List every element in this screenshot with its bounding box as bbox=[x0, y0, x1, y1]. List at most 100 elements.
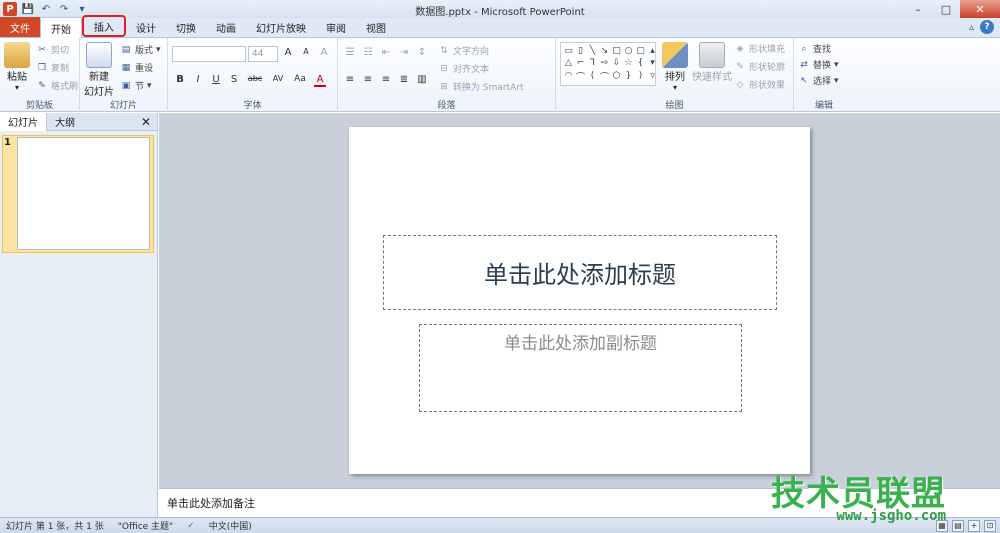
rectangle-shape-icon[interactable]: □ bbox=[611, 45, 622, 56]
scroll-down-icon[interactable]: ▾ bbox=[647, 57, 658, 68]
tab-outline[interactable]: 大纲 bbox=[47, 113, 83, 131]
brace-shape-icon[interactable]: { bbox=[635, 57, 646, 68]
bracket-shape-icon[interactable]: ( bbox=[587, 69, 598, 83]
replace-button[interactable]: ⇄ 替换 ▾ bbox=[798, 58, 838, 72]
smartart-button[interactable]: ⊞ 转换为 SmartArt bbox=[438, 80, 523, 94]
char-spacing-button[interactable]: AV bbox=[270, 74, 286, 87]
bullets-icon[interactable]: ☰ bbox=[344, 47, 356, 58]
hexagon-shape-icon[interactable]: ⬡ bbox=[611, 69, 622, 83]
down-arrow-shape-icon[interactable]: ⇩ bbox=[611, 57, 622, 68]
tab-design[interactable]: 设计 bbox=[126, 17, 166, 37]
align-left-icon[interactable]: ≡ bbox=[344, 74, 356, 85]
tab-file[interactable]: 文件 bbox=[0, 17, 40, 37]
strikethrough-button[interactable]: abc bbox=[246, 74, 264, 87]
columns-icon[interactable]: ▥ bbox=[416, 74, 428, 85]
text-direction-button[interactable]: ⇅ 文字方向 bbox=[438, 44, 489, 58]
decrease-indent-icon[interactable]: ⇤ bbox=[380, 47, 392, 58]
new-slide-button[interactable]: 新建 幻灯片 bbox=[84, 42, 114, 98]
tab-transitions[interactable]: 切换 bbox=[166, 17, 206, 37]
font-color-button[interactable]: A bbox=[314, 74, 326, 87]
customize-qat-icon[interactable]: ▾ bbox=[75, 2, 89, 16]
format-painter-button[interactable]: ✎ 格式刷 bbox=[36, 79, 78, 93]
copy-button[interactable]: ❐ 复制 bbox=[36, 61, 69, 75]
line-shape-icon[interactable]: ╲ bbox=[587, 45, 598, 56]
brace-right-shape-icon[interactable]: } bbox=[623, 69, 634, 83]
align-right-icon[interactable]: ≡ bbox=[380, 74, 392, 85]
tab-slides[interactable]: 幻灯片 bbox=[0, 112, 47, 131]
right-arrow-shape-icon[interactable]: ⇨ bbox=[599, 57, 610, 68]
tab-slideshow[interactable]: 幻灯片放映 bbox=[246, 17, 316, 37]
redo-icon[interactable]: ↷ bbox=[57, 2, 71, 16]
elbow-shape-icon[interactable]: ⅂ bbox=[587, 57, 598, 68]
vertical-textbox-shape-icon[interactable]: ▯ bbox=[575, 45, 586, 56]
oval-shape-icon[interactable]: ○ bbox=[623, 45, 634, 56]
arrange-label: 排列 bbox=[665, 72, 685, 83]
increase-indent-icon[interactable]: ⇥ bbox=[398, 47, 410, 58]
change-case-button[interactable]: Aa bbox=[292, 74, 308, 87]
tab-animations[interactable]: 动画 bbox=[206, 17, 246, 37]
align-center-icon[interactable]: ≡ bbox=[362, 74, 374, 85]
language-status[interactable]: 中文(中国) bbox=[209, 519, 252, 532]
powerpoint-logo-icon[interactable]: P bbox=[3, 2, 17, 16]
more-shapes-icon[interactable]: ▿ bbox=[647, 69, 658, 83]
tab-home[interactable]: 开始 bbox=[40, 17, 82, 38]
underline-button[interactable]: U bbox=[210, 74, 222, 87]
star-shape-icon[interactable]: ☆ bbox=[623, 57, 634, 68]
cut-button[interactable]: ✂ 剪切 bbox=[36, 43, 69, 57]
tab-review[interactable]: 审阅 bbox=[316, 17, 356, 37]
italic-button[interactable]: I bbox=[192, 74, 204, 87]
arrange-button[interactable]: 排列 ▾ bbox=[662, 42, 688, 92]
bracket-right-shape-icon[interactable]: ) bbox=[635, 69, 646, 83]
layout-label: 版式 bbox=[135, 46, 154, 56]
numbering-icon[interactable]: ☷ bbox=[362, 47, 374, 58]
shape-fill-button[interactable]: ◈ 形状填充 bbox=[734, 42, 785, 56]
connector-shape-icon[interactable]: ⌐ bbox=[575, 57, 586, 68]
shadow-button[interactable]: S bbox=[228, 74, 240, 87]
freeform-shape-icon[interactable]: ◠ bbox=[563, 69, 574, 83]
minimize-button[interactable]: – bbox=[904, 0, 932, 18]
curve-shape-icon[interactable]: ⌒ bbox=[575, 69, 586, 83]
textbox-shape-icon[interactable]: ▭ bbox=[563, 45, 574, 56]
paste-button[interactable]: 粘贴 ▾ bbox=[4, 42, 30, 92]
close-button[interactable]: ✕ bbox=[960, 0, 1000, 18]
select-button[interactable]: ↖ 选择 ▾ bbox=[798, 74, 838, 88]
slide[interactable]: 单击此处添加标题 单击此处添加副标题 bbox=[349, 127, 810, 474]
font-size-box[interactable]: 44 bbox=[248, 46, 278, 62]
font-name-box[interactable] bbox=[172, 46, 246, 62]
align-text-button[interactable]: ⊟ 对齐文本 bbox=[438, 62, 489, 76]
slide-thumbnail[interactable] bbox=[17, 137, 150, 250]
find-button[interactable]: ⌕ 查找 bbox=[798, 42, 831, 56]
maximize-button[interactable]: □ bbox=[932, 0, 960, 18]
clear-format-icon[interactable]: A bbox=[318, 47, 330, 58]
arrow-line-shape-icon[interactable]: ↘ bbox=[599, 45, 610, 56]
justify-icon[interactable]: ≣ bbox=[398, 74, 410, 85]
subtitle-placeholder[interactable]: 单击此处添加副标题 bbox=[419, 324, 742, 412]
layout-button[interactable]: ▤ 版式 ▾ bbox=[120, 43, 161, 57]
theme-status[interactable]: "Office 主题" bbox=[118, 519, 173, 532]
shrink-font-icon[interactable]: A bbox=[300, 47, 312, 58]
shape-outline-button[interactable]: ✎ 形状轮廓 bbox=[734, 60, 785, 74]
help-icon[interactable]: ? bbox=[980, 20, 994, 34]
scroll-up-icon[interactable]: ▴ bbox=[647, 45, 658, 56]
rounded-rect-shape-icon[interactable]: ▢ bbox=[635, 45, 646, 56]
close-icon[interactable]: ✕ bbox=[141, 115, 151, 129]
watermark-text-en: www.jsgho.com bbox=[836, 508, 946, 524]
arc-shape-icon[interactable]: ⌒ bbox=[599, 69, 610, 83]
minimize-ribbon-icon[interactable]: ▵ bbox=[969, 22, 974, 33]
grow-font-icon[interactable]: A bbox=[282, 47, 294, 58]
undo-icon[interactable]: ↶ bbox=[39, 2, 53, 16]
bold-button[interactable]: B bbox=[174, 74, 186, 87]
section-button[interactable]: ▣ 节 ▾ bbox=[120, 79, 152, 93]
title-placeholder[interactable]: 单击此处添加标题 bbox=[383, 235, 777, 310]
save-icon[interactable]: 💾 bbox=[21, 2, 35, 16]
triangle-shape-icon[interactable]: △ bbox=[563, 57, 574, 68]
reset-button[interactable]: ▦ 重设 bbox=[120, 61, 153, 75]
line-spacing-icon[interactable]: ↕ bbox=[416, 47, 428, 58]
effects-icon: ◇ bbox=[736, 79, 744, 90]
tab-insert[interactable]: 插入 bbox=[82, 15, 126, 37]
quick-styles-button[interactable]: 快速样式 bbox=[692, 42, 732, 83]
tab-view[interactable]: 视图 bbox=[356, 17, 396, 37]
shapes-gallery[interactable]: ▭ ▯ ╲ ↘ □ ○ ▢ ▴ △ ⌐ ⅂ ⇨ ⇩ ☆ { ▾ ◠ ⌒ ( ⌒ … bbox=[560, 42, 656, 86]
spellcheck-icon[interactable]: ✓ bbox=[187, 521, 195, 531]
shape-effects-button[interactable]: ◇ 形状效果 bbox=[734, 78, 785, 92]
